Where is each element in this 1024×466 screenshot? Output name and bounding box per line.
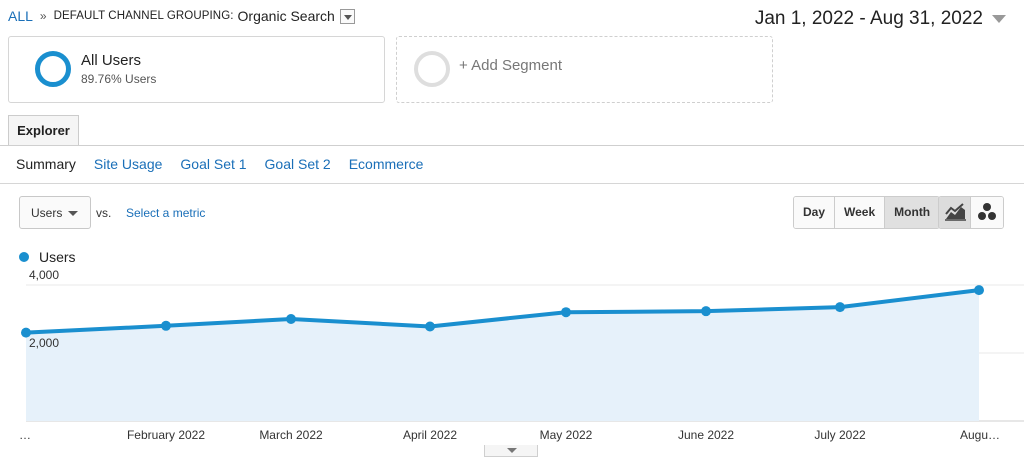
empty-segment-ring-icon xyxy=(414,51,450,87)
subtab-summary[interactable]: Summary xyxy=(16,156,76,172)
data-point[interactable] xyxy=(286,314,296,324)
chart-type-toggle xyxy=(938,196,1004,229)
date-range-label: Jan 1, 2022 - Aug 31, 2022 xyxy=(754,8,983,29)
add-segment-button[interactable]: + Add Segment xyxy=(396,36,773,103)
line-chart-icon xyxy=(945,203,966,221)
x-tick-label: May 2022 xyxy=(540,428,593,442)
vs-label: vs. xyxy=(96,206,112,220)
x-tick-label: March 2022 xyxy=(259,428,323,442)
x-tick-label: Augu… xyxy=(960,428,1000,442)
metric-dropdown[interactable]: Users xyxy=(19,196,91,229)
y-tick-label: 4,000 xyxy=(29,268,59,282)
legend-label[interactable]: Users xyxy=(39,249,76,265)
chevron-down-icon xyxy=(68,211,78,216)
tab-divider xyxy=(0,145,1024,146)
breadcrumb-all-link[interactable]: ALL xyxy=(8,8,33,24)
data-point[interactable] xyxy=(974,285,984,296)
segment-ring-icon xyxy=(35,51,71,87)
segment-all-users[interactable]: All Users 89.76% Users xyxy=(8,36,385,103)
subtab-goal-set-2[interactable]: Goal Set 2 xyxy=(265,156,331,172)
data-point[interactable] xyxy=(161,320,171,331)
chevron-down-icon[interactable] xyxy=(339,8,355,24)
subtab-divider xyxy=(0,183,1024,184)
users-chart: 4,000 2,000 … February 2022 March 2022 April… xyxy=(19,268,1024,442)
data-point[interactable] xyxy=(425,321,435,332)
motion-chart-button[interactable] xyxy=(971,197,1003,228)
breadcrumb-dimension: DEFAULT CHANNEL GROUPING: xyxy=(53,10,234,22)
period-toggle: Day Week Month xyxy=(793,196,941,229)
select-metric-link[interactable]: Select a metric xyxy=(126,206,205,220)
subtab-goal-set-1[interactable]: Goal Set 1 xyxy=(180,156,246,172)
subtab-site-usage[interactable]: Site Usage xyxy=(94,156,162,172)
week-button[interactable]: Week xyxy=(835,197,886,228)
x-tick-label: April 2022 xyxy=(403,428,457,442)
legend-dot-icon xyxy=(19,252,29,262)
segment-subtitle: 89.76% Users xyxy=(81,72,157,86)
y-tick-label: 2,000 xyxy=(29,336,59,350)
breadcrumb-separator: » xyxy=(39,9,47,23)
subtab-bar: Summary Site Usage Goal Set 1 Goal Set 2… xyxy=(16,156,423,172)
tab-explorer[interactable]: Explorer xyxy=(8,115,79,146)
subtab-ecommerce[interactable]: Ecommerce xyxy=(349,156,424,172)
data-point[interactable] xyxy=(701,306,711,317)
x-tick-label: July 2022 xyxy=(814,428,866,442)
data-point[interactable] xyxy=(835,302,845,313)
chart-expand-handle[interactable] xyxy=(484,445,538,457)
x-tick-label: June 2022 xyxy=(678,428,734,442)
caret-down-icon xyxy=(992,15,1006,23)
motion-chart-icon xyxy=(978,203,996,220)
x-tick-label: February 2022 xyxy=(127,428,205,442)
line-chart-button[interactable] xyxy=(939,197,971,228)
metric-dropdown-value: Users xyxy=(31,206,63,220)
breadcrumb-value: Organic Search xyxy=(237,8,335,24)
x-tick-label: … xyxy=(19,428,31,442)
month-button[interactable]: Month xyxy=(885,197,940,228)
segment-title: All Users xyxy=(81,52,142,69)
day-button[interactable]: Day xyxy=(794,197,836,228)
date-range-picker[interactable]: Jan 1, 2022 - Aug 31, 2022 xyxy=(755,8,1006,30)
data-point[interactable] xyxy=(561,307,571,318)
add-segment-label: + Add Segment xyxy=(459,57,562,74)
breadcrumb: ALL » DEFAULT CHANNEL GROUPING: Organic … xyxy=(8,8,355,24)
